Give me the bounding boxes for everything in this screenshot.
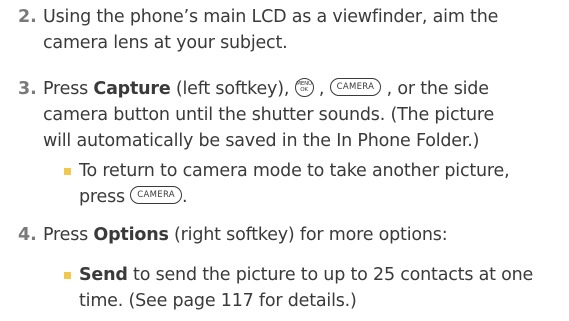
text-run: , or the side <box>381 79 489 99</box>
text-run: to send the picture to up to 25 contacts… <box>127 265 534 285</box>
text-run: . <box>181 187 188 207</box>
step-number: 3. <box>18 79 37 99</box>
square-bullet <box>64 272 71 279</box>
text-run: (left softkey), <box>170 79 295 99</box>
step-line: Press Capture (left softkey), MENU OK , C… <box>43 76 563 102</box>
step-number: 4. <box>18 225 37 245</box>
bullet-line: Send to send the picture to up to 25 con… <box>79 262 565 288</box>
step-line: Using the phone’s main LCD as a viewfind… <box>43 7 499 27</box>
step-line: will automatically be saved in the In Ph… <box>43 131 480 151</box>
bullet-line: press CAMERA. <box>79 184 565 210</box>
bullet-text: Send to send the picture to up to 25 con… <box>79 262 565 314</box>
text-run: Press <box>43 79 94 99</box>
step-line: camera lens at your subject. <box>43 33 288 53</box>
step-number: 2. <box>18 7 37 27</box>
step-text: Press Capture (left softkey), MENU OK , C… <box>43 76 563 154</box>
manual-page: 2. Using the phone’s main LCD as a viewf… <box>0 0 569 321</box>
square-bullet <box>64 168 71 175</box>
capture-softkey-label: Capture <box>93 79 171 99</box>
text-run: (right softkey) for more options: <box>168 225 448 245</box>
send-option-label: Send <box>79 265 128 285</box>
bullet-line: To return to camera mode to take another… <box>79 161 510 181</box>
text-run: press <box>79 187 131 207</box>
ok-key-label: OK <box>300 87 308 93</box>
camera-key-icon: CAMERA <box>130 186 182 204</box>
step-text: Using the phone’s main LCD as a viewfind… <box>43 4 563 56</box>
bullet-text: To return to camera mode to take another… <box>79 158 565 210</box>
menu-ok-key-icon: MENU OK <box>294 77 314 97</box>
menu-key-label: MENU <box>296 81 312 87</box>
step-text: Press Options (right softkey) for more o… <box>43 222 563 248</box>
camera-key-icon: CAMERA <box>329 78 382 96</box>
options-softkey-label: Options <box>93 225 169 245</box>
text-run: Press <box>43 225 94 245</box>
step-line: camera button until the shutter sounds. … <box>43 105 495 125</box>
text-run: , <box>313 79 330 99</box>
step-line: Press Options (right softkey) for more o… <box>43 222 563 248</box>
bullet-line: time. (See page 117 for details.) <box>79 291 357 311</box>
